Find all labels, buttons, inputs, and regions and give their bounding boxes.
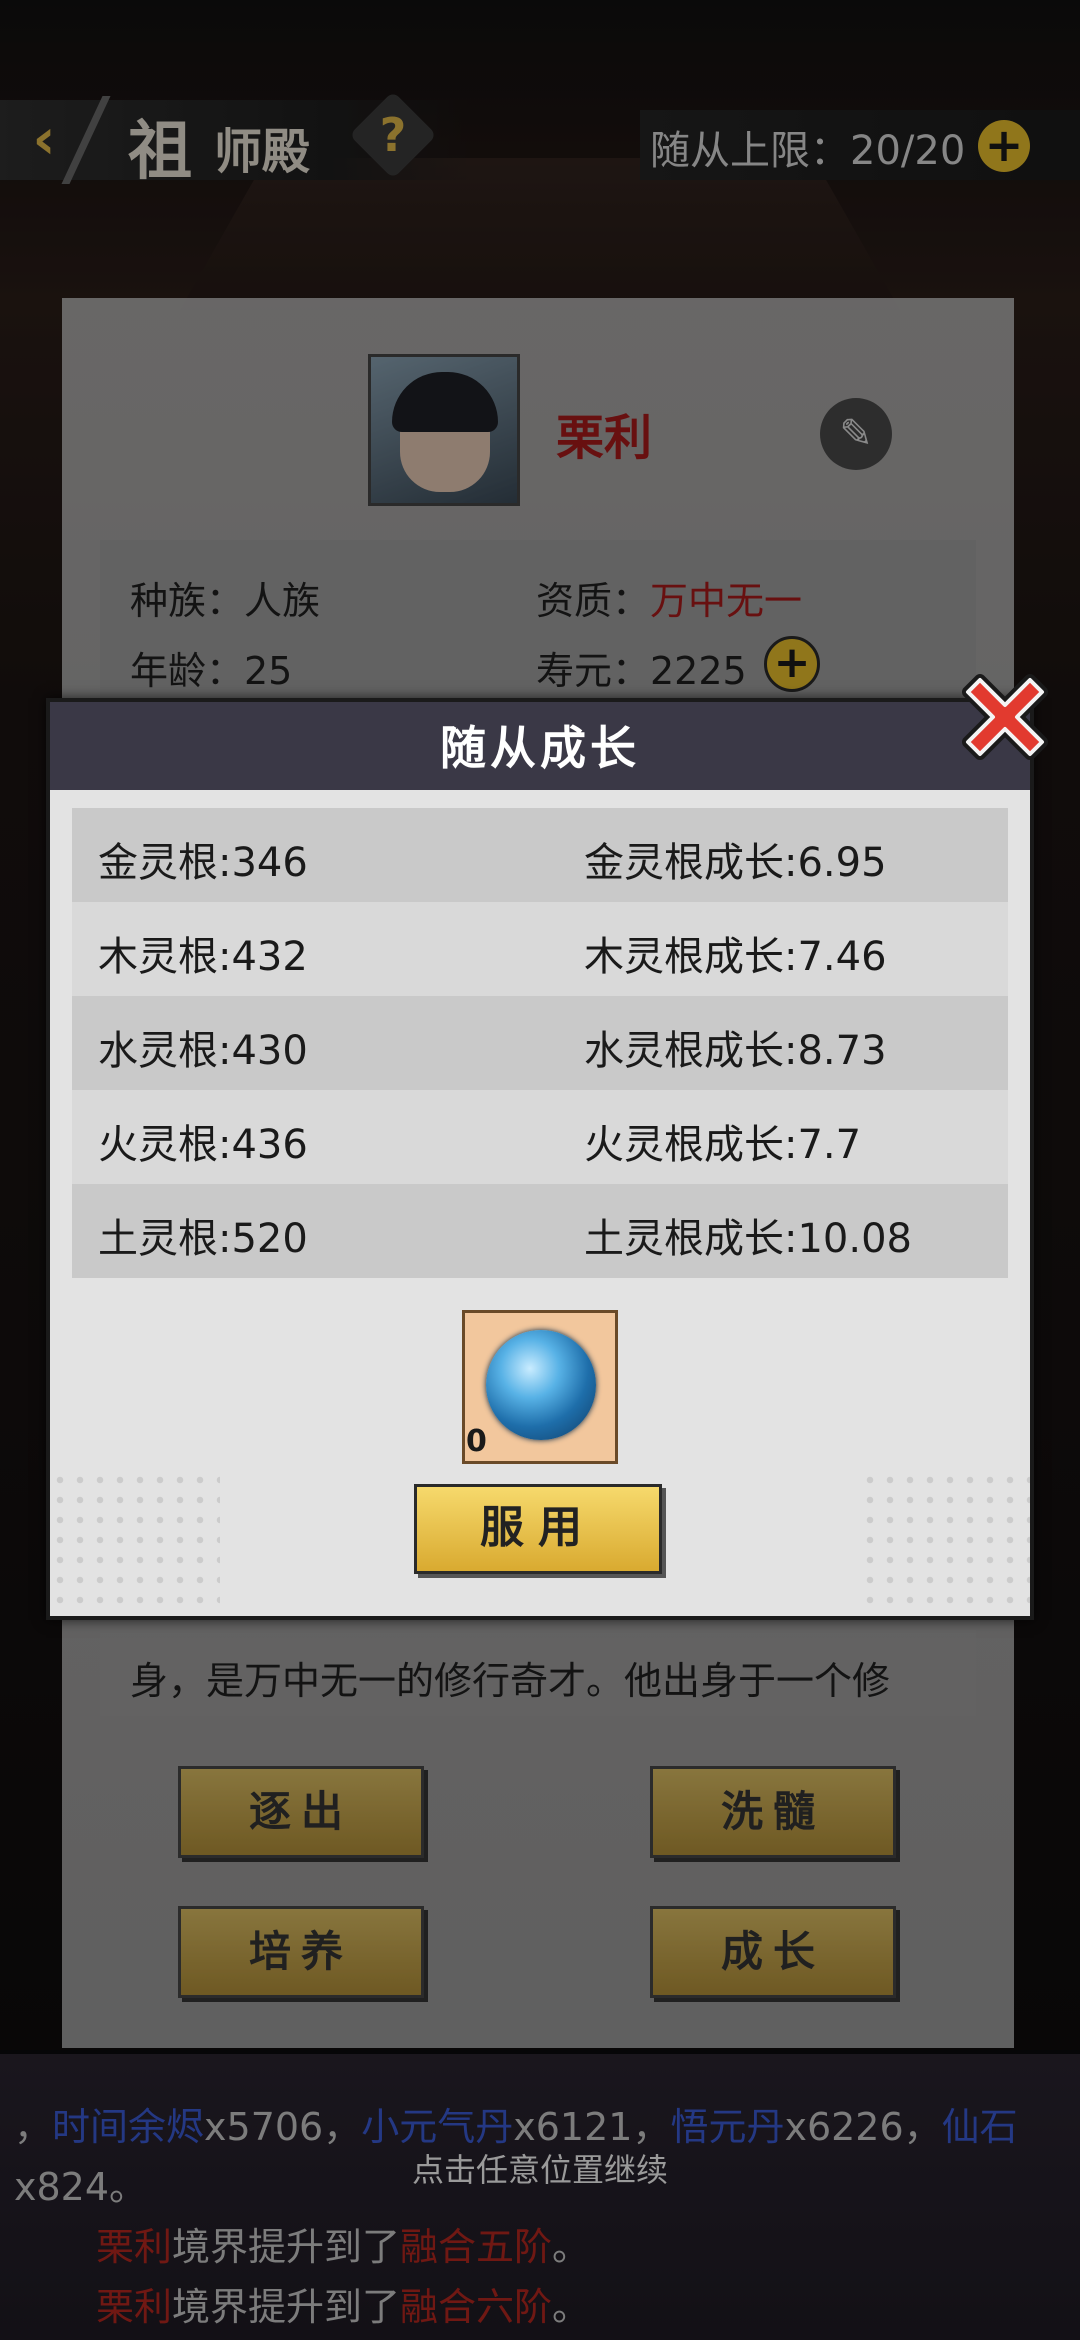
use-item-button[interactable]: 服用 bbox=[414, 1484, 662, 1574]
stat-value: 土灵根:520 bbox=[98, 1216, 308, 1262]
close-icon bbox=[962, 674, 1048, 760]
stat-growth: 火灵根成长:7.7 bbox=[584, 1122, 862, 1168]
stat-growth: 土灵根成长:10.08 bbox=[584, 1216, 912, 1262]
stat-value: 金灵根:346 bbox=[98, 840, 308, 886]
stat-growth: 金灵根成长:6.95 bbox=[584, 840, 887, 886]
table-row: 水灵根:430 水灵根成长:8.73 bbox=[72, 996, 1008, 1090]
table-row: 火灵根:436 火灵根成长:7.7 bbox=[72, 1090, 1008, 1184]
close-button[interactable] bbox=[950, 662, 1060, 772]
stat-value: 木灵根:432 bbox=[98, 934, 308, 980]
modal-title: 随从成长 bbox=[440, 721, 640, 775]
table-row: 土灵根:520 土灵根成长:10.08 bbox=[72, 1184, 1008, 1278]
continue-hint: 点击任意位置继续 bbox=[411, 2151, 668, 2189]
table-row: 木灵根:432 木灵根成长:7.46 bbox=[72, 902, 1008, 996]
stat-value: 水灵根:430 bbox=[98, 1028, 308, 1074]
stat-growth: 木灵根成长:7.46 bbox=[584, 934, 887, 980]
item-count: 0 bbox=[466, 1424, 487, 1459]
modal-pattern-right bbox=[860, 1470, 1030, 1616]
stat-growth: 水灵根成长:8.73 bbox=[584, 1028, 887, 1074]
stat-value: 火灵根:436 bbox=[98, 1122, 308, 1168]
table-row: 金灵根:346 金灵根成长:6.95 bbox=[72, 808, 1008, 902]
spirit-orb-icon bbox=[486, 1330, 596, 1440]
modal-pattern-left bbox=[50, 1470, 220, 1616]
stats-table: 金灵根:346 金灵根成长:6.95 木灵根:432 木灵根成长:7.46 水灵… bbox=[72, 808, 1008, 1278]
